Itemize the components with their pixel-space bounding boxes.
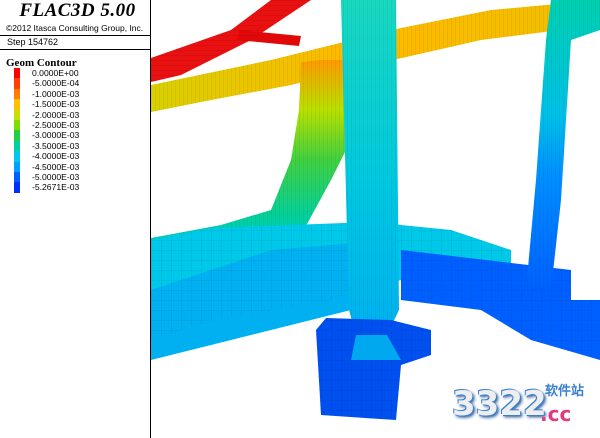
model-viewport[interactable]: [151, 0, 600, 438]
legend-swatch: [14, 161, 20, 172]
legend-label: -4.5000E-03: [32, 161, 80, 172]
legend-swatch: [14, 119, 20, 131]
legend-label: -3.0000E-03: [32, 130, 80, 141]
legend-swatch: [14, 151, 20, 162]
legend-entry: -2.5000E-03: [14, 119, 80, 131]
step-label: Step 154762: [7, 37, 59, 47]
watermark-number: 3322: [452, 384, 547, 424]
watermark-logo: 3322 软件站 .cc: [452, 378, 598, 436]
legend-panel: FLAC3D 5.00 ©2012 Itasca Consulting Grou…: [0, 0, 150, 438]
legend-swatch: [14, 130, 20, 141]
legend-entry: -3.0000E-03: [14, 130, 80, 141]
copyright-text: ©2012 Itasca Consulting Group, Inc.: [6, 23, 144, 33]
legend-label: -2.5000E-03: [32, 119, 80, 130]
watermark-chinese: 软件站: [545, 383, 585, 398]
legend-swatch: [14, 68, 20, 79]
legend-entry: -5.0000E-04: [14, 78, 80, 89]
legend-entry: -3.5000E-03: [14, 140, 80, 152]
legend-list: 0.0000E+00 -5.0000E-04 -1.0000E-03 -1.5000E…: [14, 68, 79, 193]
legend-entry: 0.0000E+00: [14, 68, 79, 79]
divider: [0, 35, 150, 36]
legend-entry: -5.0000E-03: [14, 171, 80, 183]
legend-label: -2.0000E-03: [32, 109, 80, 120]
legend-label: 0.0000E+00: [32, 68, 79, 78]
legend-swatch: [14, 109, 20, 120]
legend-label: -1.0000E-03: [32, 88, 80, 99]
legend-entry: -5.2671E-03: [14, 182, 80, 193]
divider: [0, 49, 150, 50]
legend-swatch: [14, 182, 20, 193]
legend-entry: -2.0000E-03: [14, 109, 80, 120]
legend-swatch: [14, 171, 20, 183]
legend-label: -4.0000E-03: [32, 151, 80, 162]
legend-label: -1.5000E-03: [32, 99, 80, 110]
legend-entry: -1.0000E-03: [14, 88, 80, 100]
legend-swatch: [14, 140, 20, 152]
legend-label: -3.5000E-03: [32, 140, 80, 151]
legend-label: -5.2671E-03: [32, 182, 80, 193]
app-title: FLAC3D 5.00: [19, 0, 136, 21]
legend-swatch: [14, 78, 20, 89]
legend-swatch: [14, 88, 20, 100]
legend-label: -5.0000E-04: [32, 78, 80, 89]
model-render: [151, 0, 600, 420]
legend-swatch: [14, 99, 20, 110]
legend-entry: -4.5000E-03: [14, 161, 80, 172]
legend-entry: -1.5000E-03: [14, 99, 80, 110]
watermark-site: .cc: [540, 402, 572, 426]
legend-label: -5.0000E-03: [32, 171, 80, 182]
legend-entry: -4.0000E-03: [14, 151, 80, 162]
